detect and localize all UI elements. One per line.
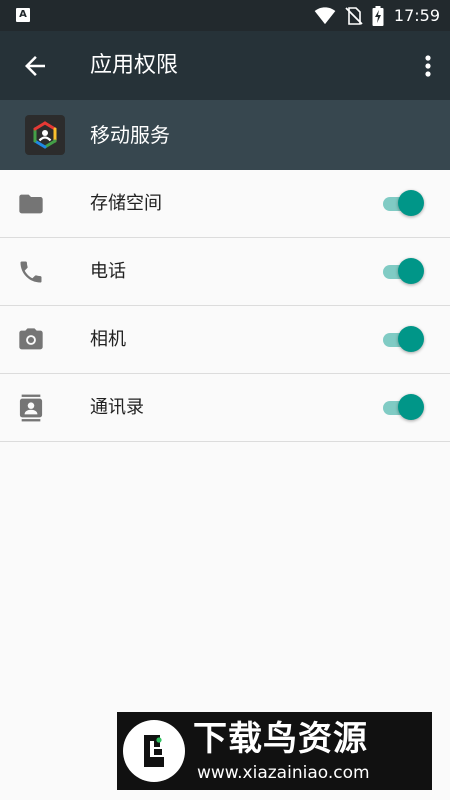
status-bar: A 17:59 [0, 0, 450, 31]
permission-row-storage[interactable]: 存储空间 [0, 170, 450, 238]
battery-charging-icon [372, 5, 384, 26]
contacts-permission-switch[interactable] [382, 394, 428, 422]
camera-permission-switch[interactable] [382, 326, 428, 354]
app-header: 移动服务 [0, 100, 450, 170]
switch-thumb [398, 394, 424, 420]
app-name: 移动服务 [90, 123, 170, 147]
hexagon-logo-icon [33, 121, 57, 149]
watermark-logo [123, 720, 185, 782]
permission-row-camera[interactable]: 相机 [0, 306, 450, 374]
permission-label: 相机 [90, 329, 126, 350]
folder-icon [19, 194, 43, 214]
bird-logo-icon [144, 735, 164, 767]
permission-row-phone[interactable]: 电话 [0, 238, 450, 306]
permission-label: 电话 [90, 261, 126, 282]
switch-thumb [398, 190, 424, 216]
switch-thumb [398, 258, 424, 284]
phone-icon [20, 261, 42, 283]
status-icons: 17:59 [314, 0, 440, 31]
watermark-banner: 下载鸟资源 www.xiazainiao.com [117, 712, 432, 790]
watermark-url: www.xiazainiao.com [197, 763, 370, 783]
watermark-title: 下载鸟资源 [193, 719, 368, 759]
back-button[interactable] [20, 51, 50, 81]
storage-permission-switch[interactable] [382, 190, 428, 218]
overflow-menu-button[interactable] [420, 51, 436, 81]
app-bar: 应用权限 [0, 31, 450, 100]
switch-thumb [398, 326, 424, 352]
permission-row-contacts[interactable]: 通讯录 [0, 374, 450, 442]
camera-icon [19, 328, 43, 350]
contacts-icon [19, 394, 43, 422]
status-time: 17:59 [393, 6, 440, 25]
arrow-back-icon [25, 56, 45, 76]
more-vert-icon [425, 55, 431, 77]
page-title: 应用权限 [90, 53, 179, 78]
permission-label: 通讯录 [90, 397, 144, 418]
no-sim-icon [345, 6, 363, 25]
permission-label: 存储空间 [90, 193, 162, 214]
wifi-icon [314, 6, 336, 24]
notification-app-icon: A [16, 8, 30, 22]
app-logo [25, 115, 65, 155]
phone-permission-switch[interactable] [382, 258, 428, 286]
permission-list: 存储空间 电话 相机 通讯录 [0, 170, 450, 442]
